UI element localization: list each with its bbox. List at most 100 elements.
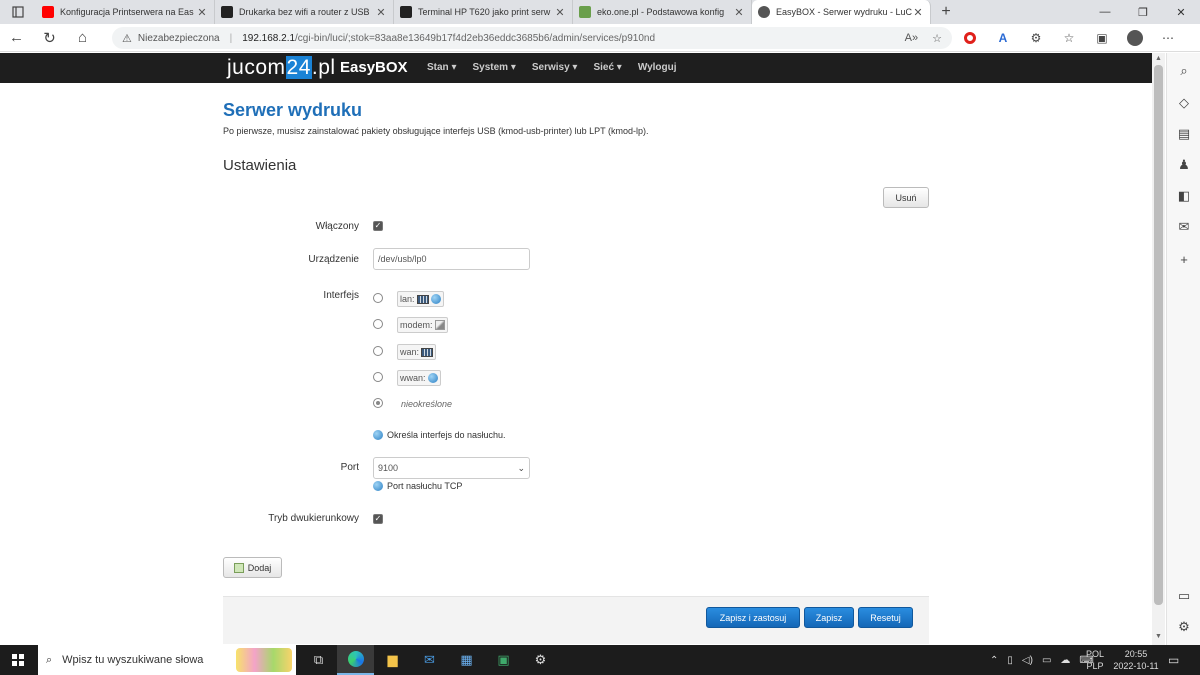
onedrive-icon[interactable]: ☁ — [1060, 655, 1070, 666]
store-icon[interactable]: ▦ — [448, 645, 485, 675]
nav-siec[interactable]: Sieć ▾ — [593, 62, 621, 73]
interface-badge-wwan[interactable]: wwan: — [397, 370, 441, 386]
section-title: Ustawienia — [223, 157, 297, 174]
bidir-checkbox[interactable]: ✓ — [373, 514, 383, 524]
profile-avatar[interactable] — [1125, 28, 1145, 48]
network-icon[interactable]: ▭ — [1042, 655, 1051, 666]
refresh-icon[interactable]: ↻ — [33, 29, 66, 47]
interface-badge-wan[interactable]: wan: — [397, 344, 437, 360]
interface-radio-modem[interactable] — [373, 319, 383, 329]
interface-badge-modem[interactable]: modem: — [397, 317, 448, 333]
close-icon[interactable]: ✕ — [912, 6, 924, 19]
forum-icon — [579, 6, 591, 18]
port-select[interactable]: 9100 ⌄ — [373, 457, 530, 479]
delete-button[interactable]: Usuń — [883, 187, 929, 208]
save-button[interactable]: Zapisz — [804, 607, 854, 628]
battery-icon[interactable]: ▯ — [1007, 655, 1013, 666]
enabled-checkbox[interactable]: ✓ — [373, 221, 383, 231]
page-scrollbar[interactable]: ▲ ▼ — [1152, 53, 1165, 645]
brand-name[interactable]: EasyBOX — [340, 59, 408, 76]
enabled-label: Włączony — [315, 221, 359, 232]
minimize-icon[interactable]: — — [1086, 0, 1124, 24]
modem-icon — [434, 320, 445, 330]
sidebar-toggle-icon[interactable]: ▭ — [1167, 588, 1200, 604]
tab-label: Konfiguracja Printserwera na Eas — [60, 7, 194, 17]
taskbar-clock[interactable]: 20:55 2022-10-11 — [1111, 648, 1161, 672]
close-icon[interactable]: ✕ — [554, 6, 566, 19]
interface-radio-lan[interactable] — [373, 293, 383, 303]
edge-browser-icon[interactable] — [337, 645, 374, 675]
keyboard-layout: PLP — [1086, 661, 1104, 671]
shopping-tag-icon[interactable]: ◇ — [1167, 95, 1200, 111]
close-window-icon[interactable]: ✕ — [1162, 0, 1200, 24]
scroll-up-icon[interactable]: ▲ — [1152, 55, 1165, 62]
windows-taskbar: ⌕ Wpisz tu wyszukiwane słowa ⧉ ▆ ✉ ▦ ▣ ⚙… — [0, 645, 1200, 675]
read-aloud-icon[interactable]: A» — [905, 32, 918, 45]
nav-serwisy[interactable]: Serwisy ▾ — [532, 62, 578, 73]
nav-stan[interactable]: Stan ▾ — [427, 62, 456, 73]
interface-label: Interfejs — [323, 290, 359, 301]
favorites-icon[interactable]: ☆ — [1059, 28, 1079, 48]
browser-tab-2[interactable]: Drukarka bez wifi a router z USB ✕ — [215, 0, 394, 24]
notifications-icon[interactable]: ▭ — [1168, 653, 1179, 667]
port-value: 9100 — [378, 463, 399, 473]
reset-button[interactable]: Resetuj — [858, 607, 913, 628]
outlook-icon[interactable]: ✉ — [1167, 219, 1200, 235]
tools-icon[interactable]: ▤ — [1167, 126, 1200, 142]
address-bar: ← ↻ ⌂ ⚠ Niezabezpieczona | 192.168.2.1 /… — [0, 24, 1200, 52]
nav-logout[interactable]: Wyloguj — [638, 62, 677, 73]
interface-unspecified-label: nieokreślone — [401, 399, 453, 409]
save-apply-button[interactable]: Zapisz i zastosuj — [706, 607, 800, 628]
nav-system[interactable]: System ▾ — [472, 62, 515, 73]
url-field[interactable]: ⚠ Niezabezpieczona | 192.168.2.1 /cgi-bi… — [112, 27, 952, 49]
mail-icon[interactable]: ✉ — [411, 645, 448, 675]
taskbar-search-box[interactable]: ⌕ Wpisz tu wyszukiwane słowa — [38, 645, 296, 675]
app-icon[interactable]: ▣ — [485, 645, 522, 675]
tab-label: EasyBOX - Serwer wydruku - LuC — [776, 7, 912, 17]
office-icon[interactable]: ◧ — [1167, 188, 1200, 204]
interface-radio-unspecified[interactable] — [373, 398, 383, 408]
close-icon[interactable]: ✕ — [733, 6, 745, 19]
browser-tab-5-active[interactable]: EasyBOX - Serwer wydruku - LuC ✕ — [752, 0, 931, 24]
interface-name: lan: — [400, 294, 415, 304]
volume-icon[interactable]: ◁) — [1022, 655, 1033, 666]
favorite-add-icon[interactable]: ☆ — [932, 32, 942, 45]
interface-radio-wwan[interactable] — [373, 372, 383, 382]
browser-tab-4[interactable]: eko.one.pl - Podstawowa konfig ✕ — [573, 0, 752, 24]
site-icon — [400, 6, 412, 18]
scrollbar-thumb[interactable] — [1154, 65, 1163, 605]
tab-actions-icon[interactable] — [0, 0, 36, 24]
back-icon[interactable]: ← — [0, 29, 33, 46]
close-icon[interactable]: ✕ — [196, 6, 208, 19]
window-controls: — ❐ ✕ — [1086, 0, 1200, 24]
close-icon[interactable]: ✕ — [375, 6, 387, 19]
new-tab-icon[interactable]: + — [931, 0, 961, 24]
edge-sidebar: ⌕ ◇ ▤ ♟ ◧ ✉ + ▭ ⚙ — [1166, 53, 1200, 645]
settings-gear-icon[interactable]: ⚙ — [1167, 619, 1200, 635]
add-button[interactable]: Dodaj — [223, 557, 282, 578]
scroll-down-icon[interactable]: ▼ — [1152, 633, 1165, 640]
add-sidebar-icon[interactable]: + — [1167, 252, 1200, 267]
chevron-up-icon[interactable]: ⌃ — [990, 655, 998, 666]
interface-badge-lan[interactable]: lan: — [397, 291, 444, 307]
collections-icon[interactable]: ▣ — [1092, 28, 1112, 48]
input-language[interactable]: POL PLP — [1086, 648, 1104, 672]
interface-radio-wan[interactable] — [373, 346, 383, 356]
home-icon[interactable]: ⌂ — [66, 29, 99, 46]
translate-icon[interactable]: A — [993, 28, 1013, 48]
browser-tab-1[interactable]: Konfiguracja Printserwera na Eas ✕ — [36, 0, 215, 24]
search-icon[interactable]: ⌕ — [1167, 63, 1200, 79]
windows-start-icon[interactable] — [12, 654, 24, 666]
restore-icon[interactable]: ❐ — [1124, 0, 1162, 24]
settings-icon[interactable]: ⚙ — [522, 645, 559, 675]
file-explorer-icon[interactable]: ▆ — [374, 645, 411, 675]
extensions-icon[interactable]: ⚙ — [1026, 28, 1046, 48]
browser-tab-3[interactable]: Terminal HP T620 jako print serw ✕ — [394, 0, 573, 24]
more-menu-icon[interactable]: ⋯ — [1158, 28, 1178, 48]
device-input[interactable]: /dev/usb/lp0 — [373, 248, 530, 270]
site-logo[interactable]: jucom24.pl — [227, 56, 336, 80]
games-icon[interactable]: ♟ — [1167, 157, 1200, 173]
opera-icon[interactable] — [960, 28, 980, 48]
system-tray: ⌃ ▯ ◁) ▭ ☁ ⌨ — [990, 645, 1094, 675]
task-view-icon[interactable]: ⧉ — [300, 645, 337, 675]
